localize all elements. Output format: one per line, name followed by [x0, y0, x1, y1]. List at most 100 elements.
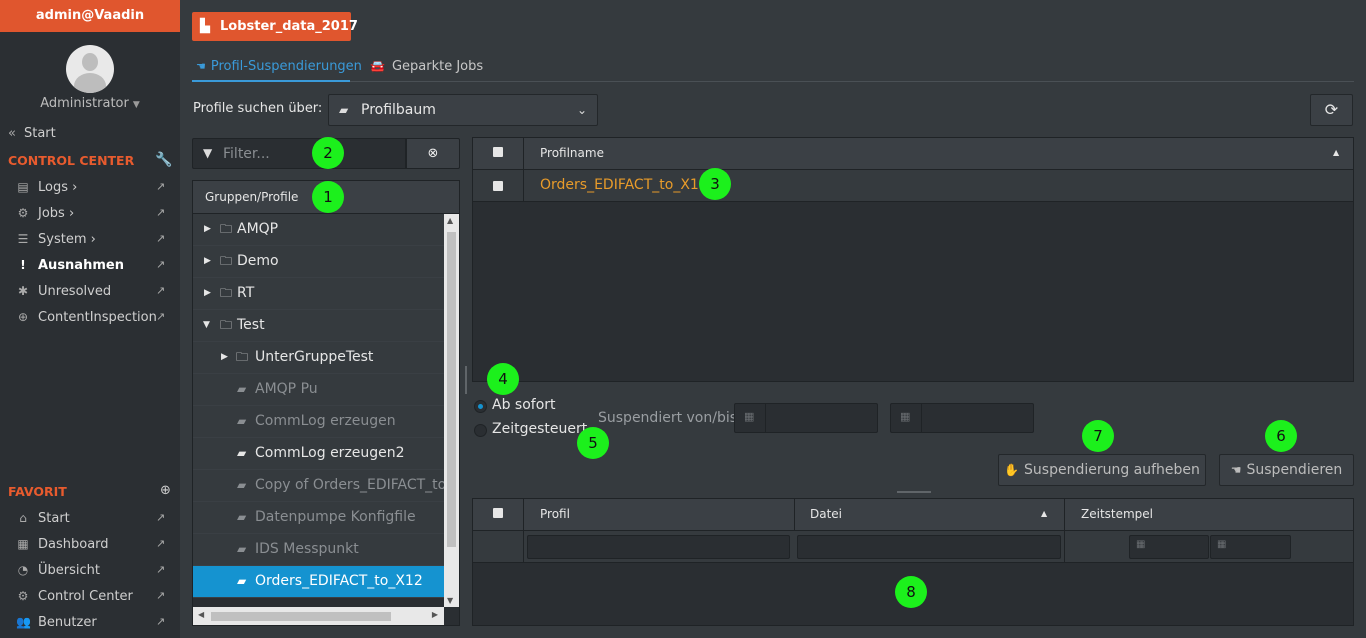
external-link-icon[interactable]: ↗ — [156, 206, 165, 219]
radio-ab-sofort-label[interactable]: Ab sofort — [492, 397, 556, 413]
external-link-icon[interactable]: ↗ — [156, 563, 165, 576]
date-from-field[interactable]: ▦ — [734, 403, 878, 433]
favorite-item-benutzer[interactable]: 👥 Benutzer ↗ — [0, 611, 180, 637]
filter-field[interactable]: ▼ — [192, 138, 406, 169]
scroll-up-icon[interactable]: ▲ — [447, 216, 453, 225]
external-link-icon[interactable]: ↗ — [156, 284, 165, 297]
sidebar-item-unresolved[interactable]: ✱ Unresolved ↗ — [0, 280, 180, 306]
table-row[interactable]: Orders_EDIFACT_to_X12 — [473, 170, 1353, 202]
caret-down-icon[interactable]: ▼ — [203, 310, 210, 341]
tree-row-selected[interactable]: ▰ Orders_EDIFACT_to_X12 — [193, 566, 444, 598]
tree-row[interactable]: ▰ CommLog erzeugen — [193, 406, 444, 438]
tree-row[interactable]: ▰ Copy of Orders_EDIFACT_to_X12 — [193, 470, 459, 502]
tree-vertical-scrollbar[interactable]: ▲ ▼ — [444, 214, 459, 607]
sidebar-item-jobs[interactable]: ⚙ Jobs › ↗ — [0, 202, 180, 228]
plus-circle-icon[interactable]: ⊕ — [160, 483, 171, 498]
favorite-item-label: Übersicht — [38, 563, 100, 578]
favorite-item-label: Benutzer — [38, 615, 97, 630]
radio-zeitgesteuert[interactable] — [474, 424, 487, 437]
favorite-item-dashboard[interactable]: ▦ Dashboard ↗ — [0, 533, 180, 559]
clear-filter-button[interactable]: ⊗ — [406, 138, 460, 169]
zeitstempel-to-filter[interactable]: ▦ — [1210, 535, 1291, 559]
external-link-icon[interactable]: ↗ — [156, 258, 165, 271]
select-all-checkbox[interactable] — [493, 147, 503, 157]
suspend-button[interactable]: ☚ Suspendieren — [1219, 454, 1354, 486]
tree-horizontal-scrollbar[interactable]: ◀ ▶ — [193, 607, 444, 625]
search-mode-select[interactable]: ▰ Profilbaum ⌄ — [328, 94, 598, 126]
vertical-splitter-handle[interactable] — [465, 366, 467, 394]
tree-row[interactable]: ▰ CommLog erzeugen2 — [193, 438, 444, 470]
column-header-zeitstempel[interactable]: Zeitstempel — [1081, 499, 1153, 530]
calendar-icon[interactable]: ▦ — [900, 410, 910, 423]
tab-profil-suspendierungen[interactable]: ☚ Profil-Suspendierungen — [196, 59, 362, 74]
external-link-icon[interactable]: ↗ — [156, 615, 165, 628]
avatar[interactable] — [66, 45, 114, 93]
column-header-profil[interactable]: Profil — [540, 499, 570, 530]
lift-suspension-button[interactable]: ✋ Suspendierung aufheben — [998, 454, 1206, 486]
zeitstempel-from-filter[interactable]: ▦ — [1129, 535, 1209, 559]
external-link-icon[interactable]: ↗ — [156, 232, 165, 245]
active-tab-indicator — [192, 80, 350, 82]
sidebar-item-ausnahmen[interactable]: ! Ausnahmen ↗ — [0, 254, 180, 280]
calendar-icon[interactable]: ▦ — [1136, 539, 1145, 550]
calendar-icon[interactable]: ▦ — [744, 410, 754, 423]
sidebar-item-contentinspection[interactable]: ⊕ ContentInspection ↗ — [0, 306, 180, 332]
sort-asc-icon[interactable]: ▲ — [1333, 148, 1339, 157]
tree-row-label: Datenpumpe Konfigfile — [255, 509, 416, 525]
caret-right-icon[interactable]: ▶ — [204, 246, 211, 277]
tree-row[interactable]: ▼ 🗀 Test — [193, 310, 444, 342]
caret-right-icon[interactable]: ▶ — [221, 342, 228, 373]
refresh-button[interactable]: ⟳ — [1310, 94, 1353, 126]
scroll-right-icon[interactable]: ▶ — [432, 610, 438, 619]
external-link-icon[interactable]: ↗ — [156, 310, 165, 323]
scroll-thumb[interactable] — [211, 612, 391, 621]
profile-name-cell[interactable]: Orders_EDIFACT_to_X12 — [540, 170, 708, 201]
caret-right-icon[interactable]: ▶ — [204, 278, 211, 309]
tree-row[interactable]: ▰ Datenpumpe Konfigfile — [193, 502, 444, 534]
favorite-item-control-center[interactable]: ⚙ Control Center ↗ — [0, 585, 180, 611]
tab-geparkte-jobs[interactable]: 🚘 Geparkte Jobs — [370, 59, 483, 74]
external-link-icon[interactable]: ↗ — [156, 589, 165, 602]
wrench-icon[interactable]: 🔧 — [155, 152, 172, 168]
external-link-icon[interactable]: ↗ — [156, 180, 165, 193]
tree-row[interactable]: ▰ IDS Messpunkt — [193, 534, 444, 566]
tree-row[interactable]: ▶ 🗀 RT — [193, 278, 444, 310]
user-name-bar[interactable]: admin@Vaadin — [0, 0, 180, 32]
favorite-item-start[interactable]: ⌂ Start ↗ — [0, 507, 180, 533]
column-header-profilname[interactable]: Profilname — [540, 138, 604, 169]
date-to-field[interactable]: ▦ — [890, 403, 1034, 433]
tree-row[interactable]: ▶ 🗀 AMQP — [193, 214, 444, 246]
filter-input[interactable] — [223, 143, 393, 165]
scroll-left-icon[interactable]: ◀ — [198, 610, 204, 619]
tree-row[interactable]: ▶ 🗀 Demo — [193, 246, 444, 278]
external-link-icon[interactable]: ↗ — [156, 511, 165, 524]
row-checkbox[interactable] — [493, 181, 503, 191]
radio-ab-sofort[interactable] — [474, 400, 487, 413]
scroll-thumb[interactable] — [447, 232, 456, 547]
horizontal-splitter-handle[interactable] — [897, 491, 931, 493]
book-icon: ▰ — [237, 574, 247, 588]
radio-zeitgesteuert-label[interactable]: Zeitgesteuert — [492, 421, 587, 437]
caret-right-icon[interactable]: ▶ — [204, 214, 211, 245]
profil-filter-input[interactable] — [527, 535, 790, 559]
external-link-icon[interactable]: ↗ — [156, 537, 165, 550]
user-role-dropdown[interactable]: Administrator ▼ — [0, 96, 180, 111]
favorite-item-uebersicht[interactable]: ◔ Übersicht ↗ — [0, 559, 180, 585]
scroll-down-icon[interactable]: ▼ — [447, 596, 453, 605]
user-role-label: Administrator — [40, 96, 129, 111]
select-all-checkbox[interactable] — [493, 508, 503, 518]
column-header-datei[interactable]: Datei — [810, 499, 842, 530]
server-icon: ☰ — [17, 232, 29, 246]
tree-row[interactable]: ▰ AMQP Pu — [193, 374, 444, 406]
folder-icon: 🗀 — [220, 318, 233, 332]
grid-filter-row: ▦ ▦ — [473, 531, 1353, 563]
start-link[interactable]: « Start — [8, 126, 56, 141]
folder-icon: 🗀 — [220, 222, 233, 236]
tree-row[interactable]: ▶ 🗀 UnterGruppeTest — [193, 342, 444, 374]
calendar-icon[interactable]: ▦ — [1217, 539, 1226, 550]
project-button[interactable]: ▙ Lobster_data_2017 — [192, 12, 358, 41]
datei-filter-input[interactable] — [797, 535, 1061, 559]
sort-asc-icon[interactable]: ▲ — [1041, 509, 1047, 518]
sidebar-item-logs[interactable]: ▤ Logs › ↗ — [0, 176, 180, 202]
sidebar-item-system[interactable]: ☰ System › ↗ — [0, 228, 180, 254]
